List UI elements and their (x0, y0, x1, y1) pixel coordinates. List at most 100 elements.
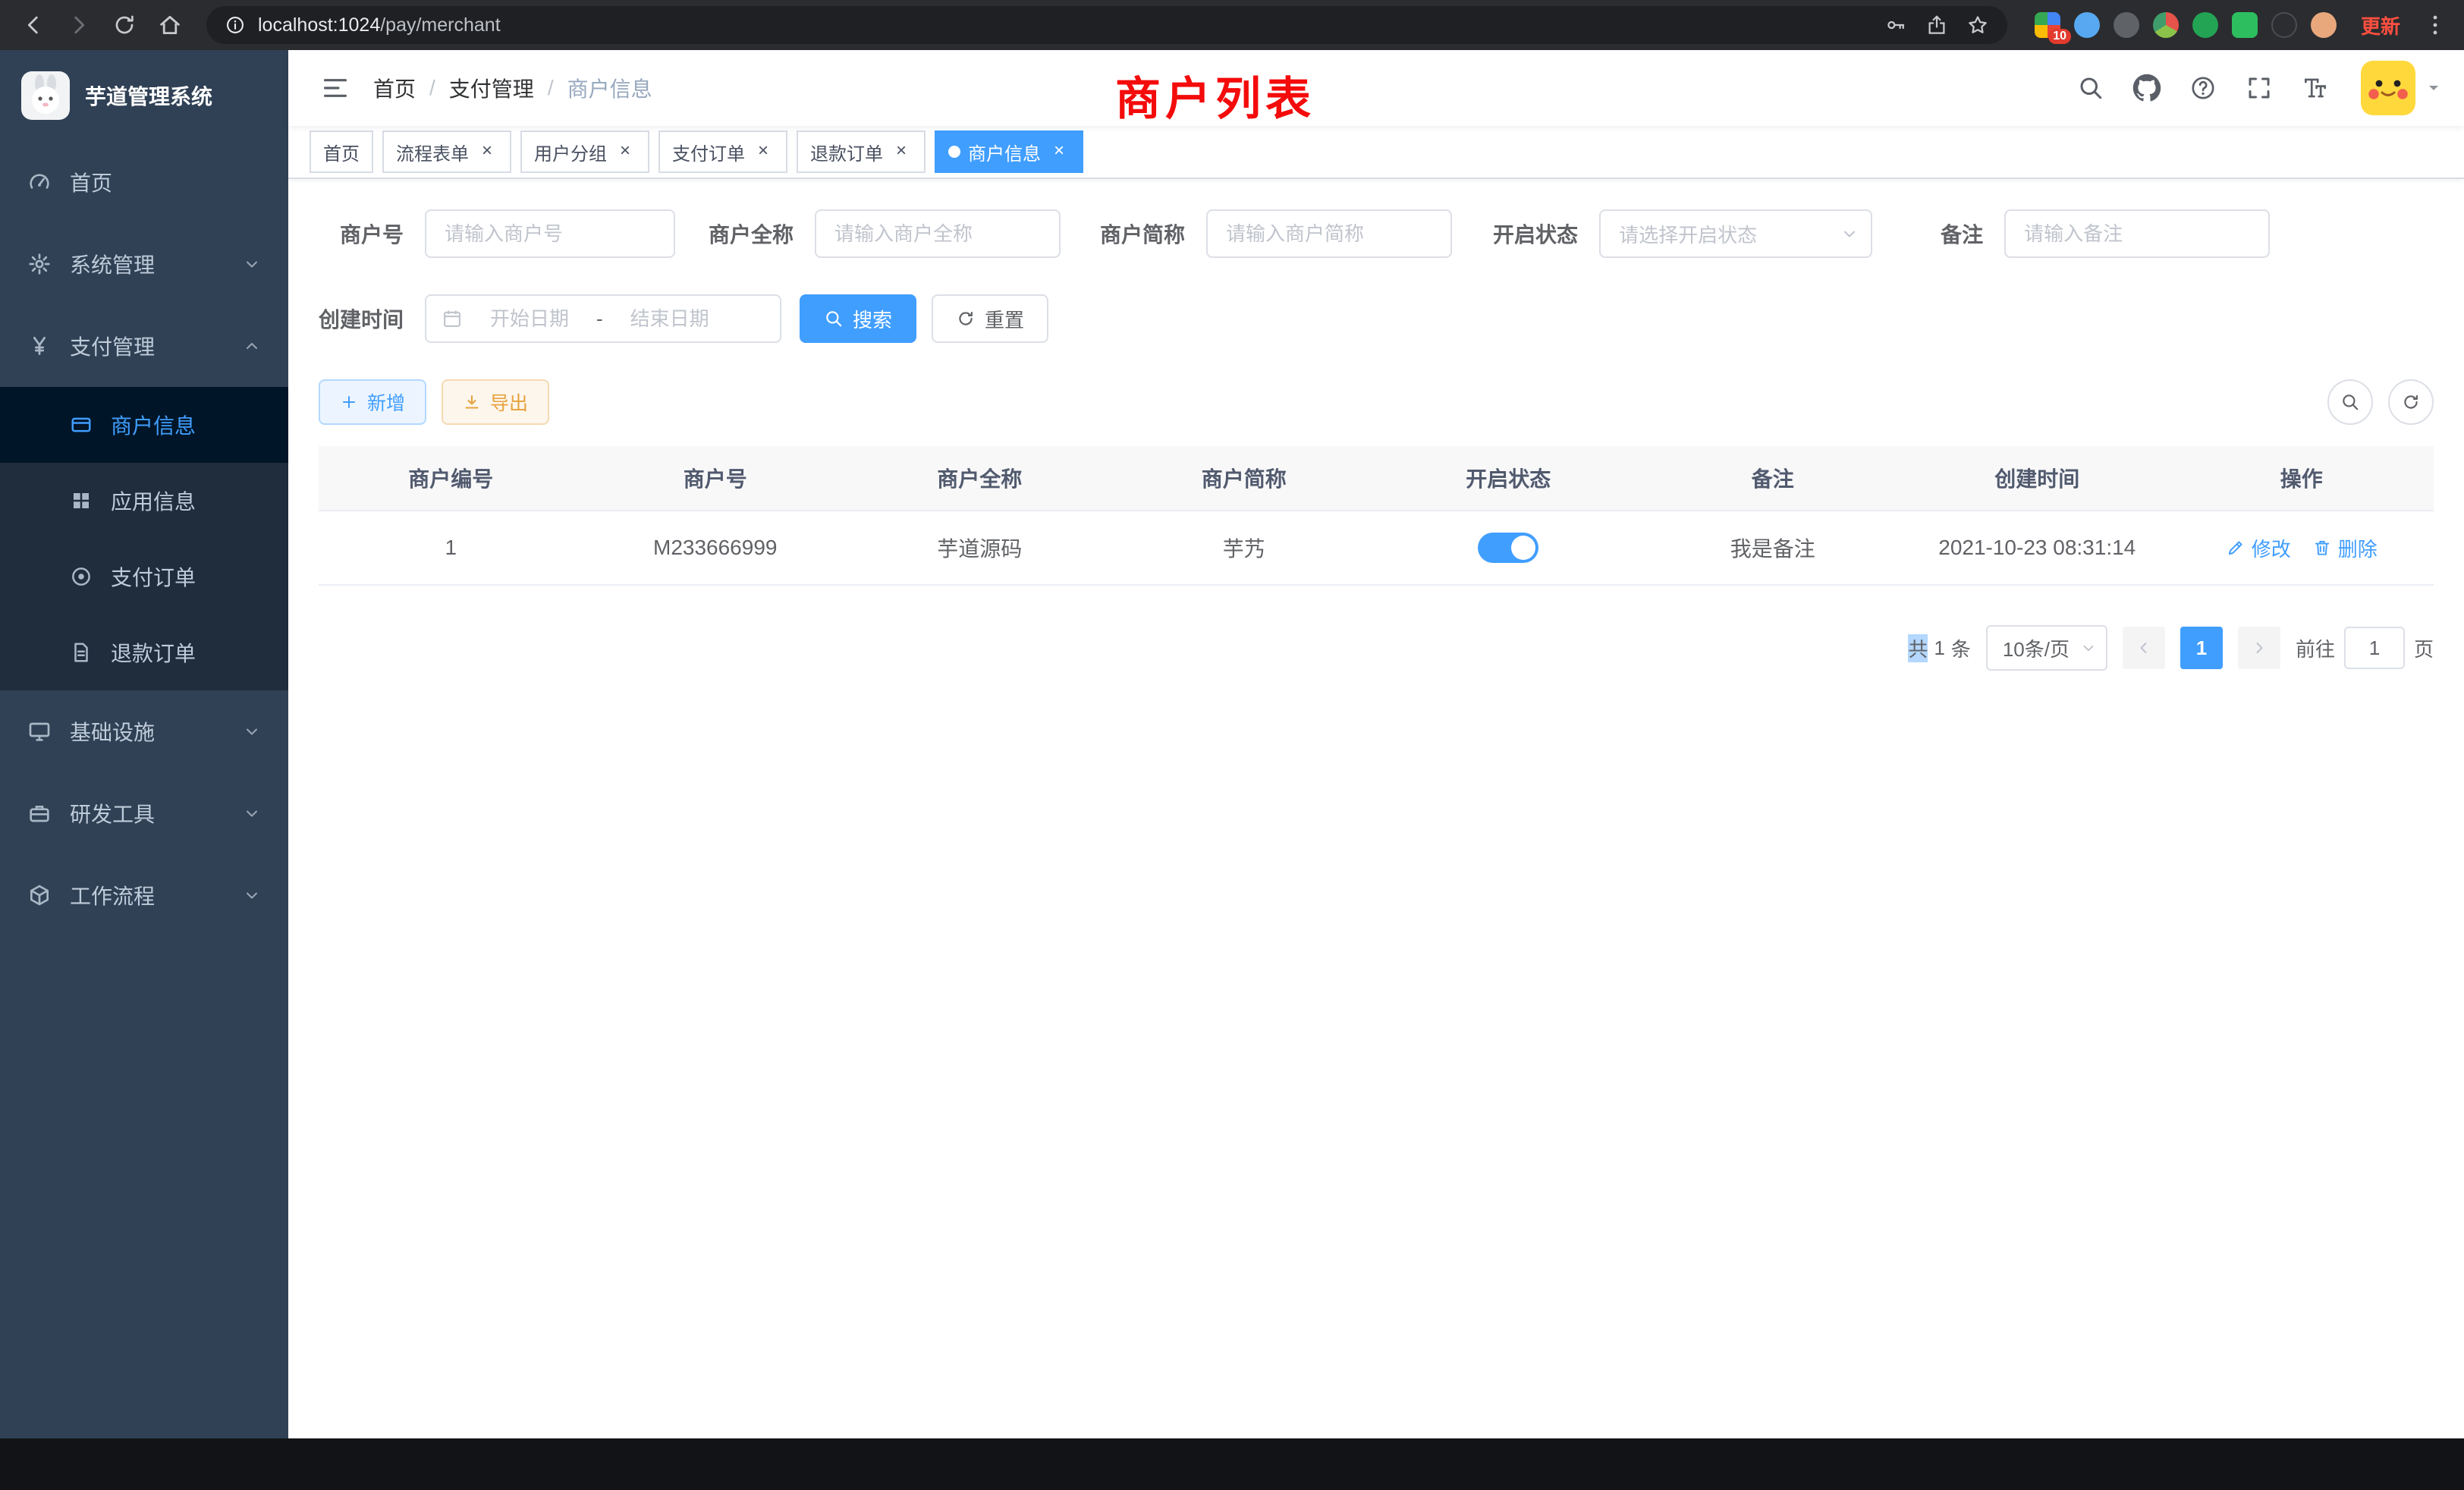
breadcrumb-home[interactable]: 首页 (373, 73, 416, 103)
download-icon (463, 393, 481, 411)
sidebar: 芋道管理系统 首页 系统管理 支付管理 商户信息 应用信息 (0, 50, 288, 1438)
extension-tray: 10 (2035, 12, 2337, 38)
sidebar-item-workflow[interactable]: 工作流程 (0, 854, 288, 936)
tab-close-icon[interactable]: × (614, 141, 636, 162)
reset-button[interactable]: 重置 (932, 294, 1048, 343)
delete-label: 删除 (2338, 534, 2378, 562)
password-key-icon[interactable] (1884, 14, 1907, 36)
browser-toolbar: localhost:1024/pay/merchant 10 更新 (0, 0, 2464, 50)
total-suffix: 条 (1951, 634, 1971, 662)
tab-close-icon[interactable]: × (891, 141, 912, 162)
app-title: 芋道管理系统 (85, 80, 212, 111)
extension-icon[interactable] (2271, 12, 2297, 38)
tab-merchant-info[interactable]: 商户信息× (935, 130, 1083, 173)
status-toggle[interactable] (1478, 533, 1538, 563)
status-select[interactable]: 请选择开启状态 (1599, 209, 1872, 258)
sidebar-item-pay-order[interactable]: 支付订单 (0, 539, 288, 615)
fullscreen-icon[interactable] (2242, 71, 2276, 105)
column-header: 商户全称 (847, 463, 1112, 493)
create-time-range-picker[interactable]: - (425, 294, 781, 343)
browser-back-button[interactable] (15, 7, 52, 43)
app-logo-block[interactable]: 芋道管理系统 (0, 50, 288, 141)
user-menu[interactable] (2361, 61, 2443, 115)
tab-close-icon[interactable]: × (753, 141, 774, 162)
breadcrumb-payment[interactable]: 支付管理 (449, 73, 534, 103)
next-page-button[interactable] (2238, 627, 2280, 669)
active-dot-icon (948, 146, 960, 158)
tab-home[interactable]: 首页 (310, 130, 373, 173)
sidebar-item-home[interactable]: 首页 (0, 141, 288, 223)
tab-user-group[interactable]: 用户分组× (520, 130, 649, 173)
table-row: 1 M233666999 芋道源码 芋艿 我是备注 2021-10-23 08:… (319, 511, 2434, 586)
edit-icon (2226, 538, 2246, 558)
column-header: 商户简称 (1112, 463, 1377, 493)
short-name-input[interactable] (1206, 209, 1452, 258)
end-date-input[interactable] (609, 306, 731, 332)
extension-icon[interactable] (2153, 12, 2179, 38)
site-info-icon[interactable] (225, 14, 246, 36)
tab-pay-order[interactable]: 支付订单× (658, 130, 787, 173)
tab-close-icon[interactable]: × (1048, 141, 1070, 162)
tabs-bar: 首页 流程表单× 用户分组× 支付订单× 退款订单× 商户信息× (288, 126, 2464, 179)
browser-home-button[interactable] (152, 7, 188, 43)
tab-refund-order[interactable]: 退款订单× (797, 130, 926, 173)
remark-input[interactable] (2004, 209, 2270, 258)
edit-link[interactable]: 修改 (2226, 534, 2291, 562)
extension-icon[interactable] (2192, 12, 2218, 38)
help-icon[interactable] (2186, 71, 2220, 105)
sidebar-item-label: 支付管理 (70, 331, 155, 361)
goto-prefix: 前往 (2296, 634, 2335, 662)
browser-reload-button[interactable] (106, 7, 143, 43)
page-size-value: 10条/页 (2003, 634, 2070, 662)
sidebar-item-dev-tools[interactable]: 研发工具 (0, 772, 288, 854)
sidebar-item-payment[interactable]: 支付管理 (0, 305, 288, 387)
github-icon[interactable] (2130, 71, 2164, 105)
total-count: 1 (1934, 637, 1944, 660)
url-host: localhost:1024 (258, 14, 380, 36)
prev-page-button[interactable] (2123, 627, 2165, 669)
gear-icon (27, 252, 52, 276)
share-icon[interactable] (1925, 14, 1948, 36)
header-search-icon[interactable] (2074, 71, 2107, 105)
calendar-icon (442, 308, 463, 329)
bookmark-star-icon[interactable] (1966, 14, 1989, 36)
browser-update-button[interactable]: 更新 (2361, 11, 2400, 39)
refresh-icon (956, 309, 976, 328)
goto-page-input[interactable] (2344, 627, 2405, 669)
page-size-select[interactable]: 10条/页 (1986, 625, 2107, 671)
toggle-search-button[interactable] (2327, 379, 2373, 425)
search-button[interactable]: 搜索 (800, 294, 916, 343)
extension-icon[interactable] (2232, 12, 2258, 38)
sidebar-item-refund-order[interactable]: 退款订单 (0, 615, 288, 690)
add-button[interactable]: 新增 (319, 379, 426, 425)
browser-forward-button[interactable] (61, 7, 97, 43)
start-date-input[interactable] (469, 306, 590, 332)
full-name-input[interactable] (815, 209, 1061, 258)
delete-link[interactable]: 删除 (2312, 534, 2378, 562)
payment-submenu: 商户信息 应用信息 支付订单 退款订单 (0, 387, 288, 690)
create-time-label: 创建时间 (319, 303, 404, 334)
tab-close-icon[interactable]: × (476, 141, 498, 162)
hamburger-icon[interactable] (310, 62, 361, 114)
font-size-icon[interactable] (2299, 71, 2332, 105)
cell-short-name: 芋艿 (1112, 533, 1377, 563)
tab-process-form[interactable]: 流程表单× (382, 130, 511, 173)
merchant-no-input[interactable] (425, 209, 675, 258)
sidebar-item-app-info[interactable]: 应用信息 (0, 463, 288, 539)
browser-menu-icon[interactable] (2422, 8, 2449, 42)
sidebar-item-infrastructure[interactable]: 基础设施 (0, 690, 288, 772)
column-header: 商户号 (583, 463, 848, 493)
extension-icon[interactable]: 10 (2035, 12, 2060, 38)
profile-avatar-icon[interactable] (2311, 12, 2337, 38)
page-number-button[interactable]: 1 (2180, 627, 2223, 669)
export-button[interactable]: 导出 (442, 379, 549, 425)
refresh-table-button[interactable] (2388, 379, 2434, 425)
sidebar-item-system[interactable]: 系统管理 (0, 223, 288, 305)
extension-icon[interactable] (2114, 12, 2139, 38)
extension-icon[interactable] (2074, 12, 2100, 38)
grid-icon (70, 489, 93, 512)
status-select-placeholder: 请选择开启状态 (1619, 220, 1757, 248)
sidebar-item-merchant-info[interactable]: 商户信息 (0, 387, 288, 463)
address-bar[interactable]: localhost:1024/pay/merchant (206, 6, 2007, 44)
sidebar-item-label: 退款订单 (111, 637, 196, 668)
